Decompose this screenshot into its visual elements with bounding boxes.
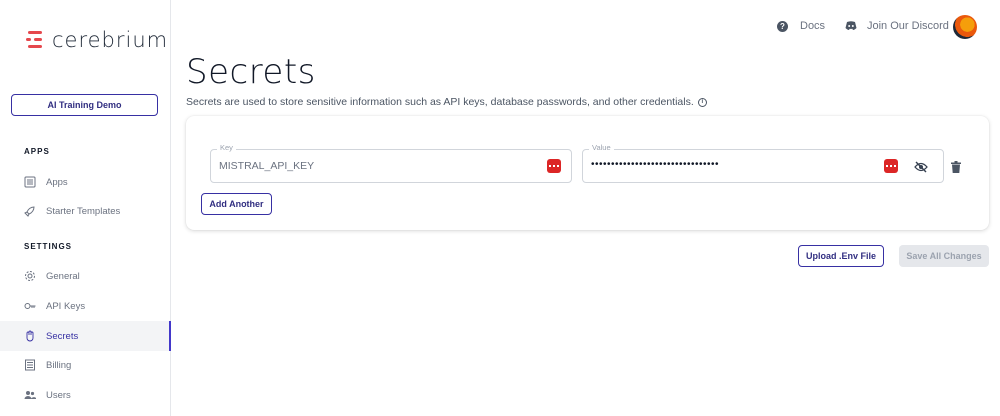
sidebar-item-label: Users	[46, 389, 71, 401]
discord-icon	[845, 21, 857, 31]
help-circle-icon: ?	[777, 20, 788, 32]
sidebar-item-label: API Keys	[46, 300, 86, 312]
sidebar-item-label: Billing	[46, 359, 72, 371]
sidebar-item-users[interactable]: Users	[0, 380, 171, 410]
page-title: Secrets	[186, 52, 316, 92]
key-value: MISTRAL_API_KEY	[219, 160, 315, 172]
hand-icon	[24, 330, 36, 342]
docs-label: Docs	[800, 20, 826, 32]
section-label-apps: APPS	[24, 147, 50, 156]
sidebar-item-api-keys[interactable]: API Keys	[0, 291, 171, 321]
password-manager-icon[interactable]	[547, 159, 561, 173]
docs-link[interactable]: ? Docs	[777, 20, 825, 32]
page-description: Secrets are used to store sensitive info…	[186, 96, 707, 108]
rocket-icon	[24, 205, 36, 217]
secret-value-masked: ••••••••••••••••••••••••••••••••	[591, 159, 720, 170]
secret-key-field[interactable]: Key MISTRAL_API_KEY	[210, 143, 572, 183]
brand-name: cerebrium	[52, 28, 169, 52]
upload-env-file-button[interactable]: Upload .Env File	[798, 245, 884, 267]
cerebrium-logo-icon	[26, 29, 44, 51]
section-label-settings: SETTINGS	[24, 242, 73, 251]
sidebar-item-starter-templates[interactable]: Starter Templates	[0, 196, 171, 226]
save-all-changes-button[interactable]: Save All Changes	[899, 245, 989, 267]
sidebar-item-label: Secrets	[46, 330, 79, 342]
users-icon	[24, 389, 36, 401]
add-another-button[interactable]: Add Another	[201, 193, 272, 215]
sidebar-item-label: Starter Templates	[46, 205, 121, 217]
password-manager-icon[interactable]	[884, 159, 898, 173]
discord-label: Join Our Discord	[867, 20, 949, 32]
value-label: Value	[589, 143, 614, 152]
info-icon[interactable]: i	[697, 97, 707, 107]
discord-link[interactable]: Join Our Discord	[845, 20, 949, 32]
sidebar-item-label: General	[46, 270, 80, 282]
sidebar-item-label: Apps	[46, 176, 68, 188]
avatar[interactable]	[953, 15, 977, 39]
key-label: Key	[217, 143, 236, 152]
project-selector-button[interactable]: AI Training Demo	[11, 94, 158, 116]
brand-logo[interactable]: cerebrium	[26, 28, 168, 52]
sidebar-item-secrets[interactable]: Secrets	[0, 321, 171, 351]
key-icon	[24, 300, 36, 312]
page-description-text: Secrets are used to store sensitive info…	[186, 96, 694, 108]
gear-icon	[24, 270, 36, 282]
secret-value-field[interactable]: Value ••••••••••••••••••••••••••••••••	[582, 143, 944, 183]
sidebar-item-apps[interactable]: Apps	[0, 167, 171, 197]
secrets-card: Key MISTRAL_API_KEY Value ••••••••••••••…	[186, 116, 989, 230]
sidebar: cerebrium AI Training Demo APPS Apps Sta…	[0, 0, 171, 416]
eye-off-icon[interactable]	[914, 160, 928, 173]
apps-list-icon	[24, 176, 36, 188]
sidebar-item-general[interactable]: General	[0, 261, 171, 291]
billing-icon	[24, 359, 36, 371]
trash-icon[interactable]	[951, 160, 961, 173]
sidebar-item-billing[interactable]: Billing	[0, 350, 171, 380]
